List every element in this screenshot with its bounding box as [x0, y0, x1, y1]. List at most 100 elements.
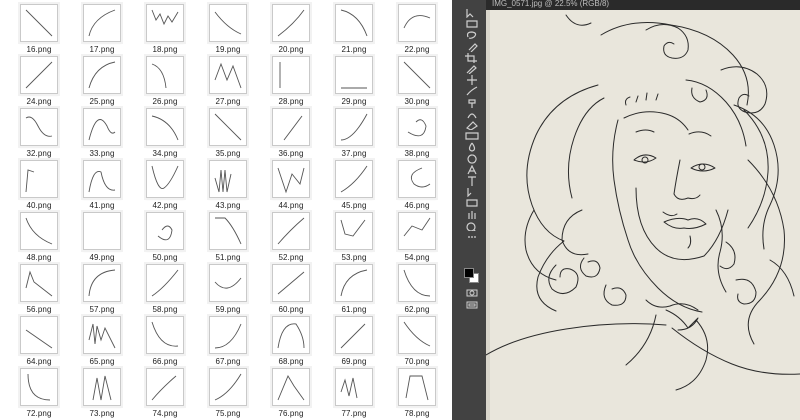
thumbnail-image[interactable] — [209, 160, 247, 198]
thumbnail-image[interactable] — [335, 212, 373, 250]
thumbnail-item[interactable]: 48.png — [10, 212, 70, 272]
thumbnail-image[interactable] — [209, 4, 247, 42]
thumbnail-image[interactable] — [335, 4, 373, 42]
thumbnail-image[interactable] — [83, 56, 121, 94]
thumbnail-image[interactable] — [398, 108, 436, 146]
thumbnail-image[interactable] — [398, 56, 436, 94]
thumbnail-image[interactable] — [83, 368, 121, 406]
thumbnail-item[interactable]: 75.png — [199, 368, 259, 420]
thumbnail-image[interactable] — [272, 4, 310, 42]
extra-tools[interactable] — [465, 232, 479, 242]
thumbnail-item[interactable]: 29.png — [325, 56, 385, 116]
canvas-area[interactable] — [486, 10, 800, 420]
quick-select-tool[interactable] — [465, 42, 479, 52]
lasso-tool[interactable] — [465, 30, 479, 40]
quick-mask-button[interactable] — [465, 288, 479, 298]
thumbnail-image[interactable] — [83, 316, 121, 354]
thumbnail-image[interactable] — [398, 4, 436, 42]
thumbnail-item[interactable]: 40.png — [10, 160, 70, 220]
thumbnail-image[interactable] — [272, 264, 310, 302]
thumbnail-image[interactable] — [335, 56, 373, 94]
thumbnail-image[interactable] — [83, 108, 121, 146]
thumbnail-image[interactable] — [335, 368, 373, 406]
thumbnail-item[interactable]: 44.png — [262, 160, 322, 220]
thumbnail-image[interactable] — [20, 316, 58, 354]
thumbnail-image[interactable] — [146, 56, 184, 94]
thumbnail-image[interactable] — [335, 264, 373, 302]
thumbnail-image[interactable] — [146, 108, 184, 146]
thumbnail-image[interactable] — [209, 264, 247, 302]
thumbnail-item[interactable]: 32.png — [10, 108, 70, 168]
healing-brush-tool[interactable] — [465, 75, 479, 86]
zoom-tool[interactable] — [465, 221, 479, 231]
thumbnail-image[interactable] — [272, 316, 310, 354]
hand-tool[interactable] — [465, 210, 479, 220]
thumbnail-item[interactable]: 17.png — [73, 4, 133, 64]
thumbnail-item[interactable]: 61.png — [325, 264, 385, 324]
thumbnail-image[interactable] — [272, 212, 310, 250]
thumbnail-image[interactable] — [335, 108, 373, 146]
brush-tool[interactable] — [465, 86, 479, 96]
move-tool[interactable] — [465, 8, 479, 18]
document-tab[interactable]: IMG_0571.jpg @ 22.5% (RGB/8) — [486, 0, 800, 10]
thumbnail-item[interactable]: 46.png — [388, 160, 448, 220]
thumbnail-image[interactable] — [20, 212, 58, 250]
thumbnail-item[interactable]: 51.png — [199, 212, 259, 272]
thumbnail-item[interactable]: 28.png — [262, 56, 322, 116]
thumbnail-image[interactable] — [146, 160, 184, 198]
thumbnail-item[interactable]: 77.png — [325, 368, 385, 420]
blur-tool[interactable] — [465, 142, 479, 153]
thumbnail-image[interactable] — [146, 368, 184, 406]
thumbnail-image[interactable] — [398, 264, 436, 302]
thumbnail-item[interactable]: 66.png — [136, 316, 196, 376]
thumbnail-item[interactable]: 70.png — [388, 316, 448, 376]
thumbnail-image[interactable] — [335, 160, 373, 198]
thumbnail-item[interactable]: 19.png — [199, 4, 259, 64]
thumbnail-item[interactable]: 18.png — [136, 4, 196, 64]
thumbnail-item[interactable]: 73.png — [73, 368, 133, 420]
thumbnail-image[interactable] — [83, 4, 121, 42]
thumbnail-item[interactable]: 65.png — [73, 316, 133, 376]
thumbnail-item[interactable]: 57.png — [73, 264, 133, 324]
thumbnail-image[interactable] — [272, 368, 310, 406]
thumbnail-item[interactable]: 45.png — [325, 160, 385, 220]
thumbnail-image[interactable] — [209, 316, 247, 354]
thumbnail-image[interactable] — [146, 316, 184, 354]
thumbnail-item[interactable]: 69.png — [325, 316, 385, 376]
thumbnail-item[interactable]: 76.png — [262, 368, 322, 420]
thumbnail-image[interactable] — [83, 160, 121, 198]
thumbnail-item[interactable]: 25.png — [73, 56, 133, 116]
dodge-tool[interactable] — [465, 153, 479, 164]
crop-tool[interactable] — [465, 52, 479, 63]
thumbnail-item[interactable]: 54.png — [388, 212, 448, 272]
thumbnail-image[interactable] — [398, 160, 436, 198]
thumbnail-image[interactable] — [146, 264, 184, 302]
thumbnail-item[interactable]: 30.png — [388, 56, 448, 116]
thumbnail-image[interactable] — [272, 160, 310, 198]
thumbnail-item[interactable]: 21.png — [325, 4, 385, 64]
screen-mode-button[interactable] — [465, 300, 479, 310]
eraser-tool[interactable] — [465, 120, 479, 130]
thumbnail-item[interactable]: 27.png — [199, 56, 259, 116]
thumbnail-item[interactable]: 36.png — [262, 108, 322, 168]
thumbnail-item[interactable]: 60.png — [262, 264, 322, 324]
thumbnail-item[interactable]: 42.png — [136, 160, 196, 220]
pen-tool[interactable] — [465, 164, 479, 175]
eyedropper-tool[interactable] — [465, 64, 479, 74]
thumbnail-item[interactable]: 78.png — [388, 368, 448, 420]
path-select-tool[interactable] — [465, 187, 479, 198]
thumbnail-item[interactable]: 49.png — [73, 212, 133, 272]
thumbnail-image[interactable] — [209, 368, 247, 406]
thumbnail-item[interactable]: 67.png — [199, 316, 259, 376]
thumbnail-item[interactable]: 59.png — [199, 264, 259, 324]
thumbnail-item[interactable]: 64.png — [10, 316, 70, 376]
thumbnail-item[interactable]: 41.png — [73, 160, 133, 220]
thumbnail-item[interactable]: 26.png — [136, 56, 196, 116]
thumbnail-item[interactable]: 38.png — [388, 108, 448, 168]
thumbnail-image[interactable] — [20, 160, 58, 198]
thumbnail-image[interactable] — [398, 212, 436, 250]
thumbnail-item[interactable]: 50.png — [136, 212, 196, 272]
marquee-tool[interactable] — [465, 19, 479, 29]
thumbnail-item[interactable]: 24.png — [10, 56, 70, 116]
thumbnail-image[interactable] — [20, 264, 58, 302]
